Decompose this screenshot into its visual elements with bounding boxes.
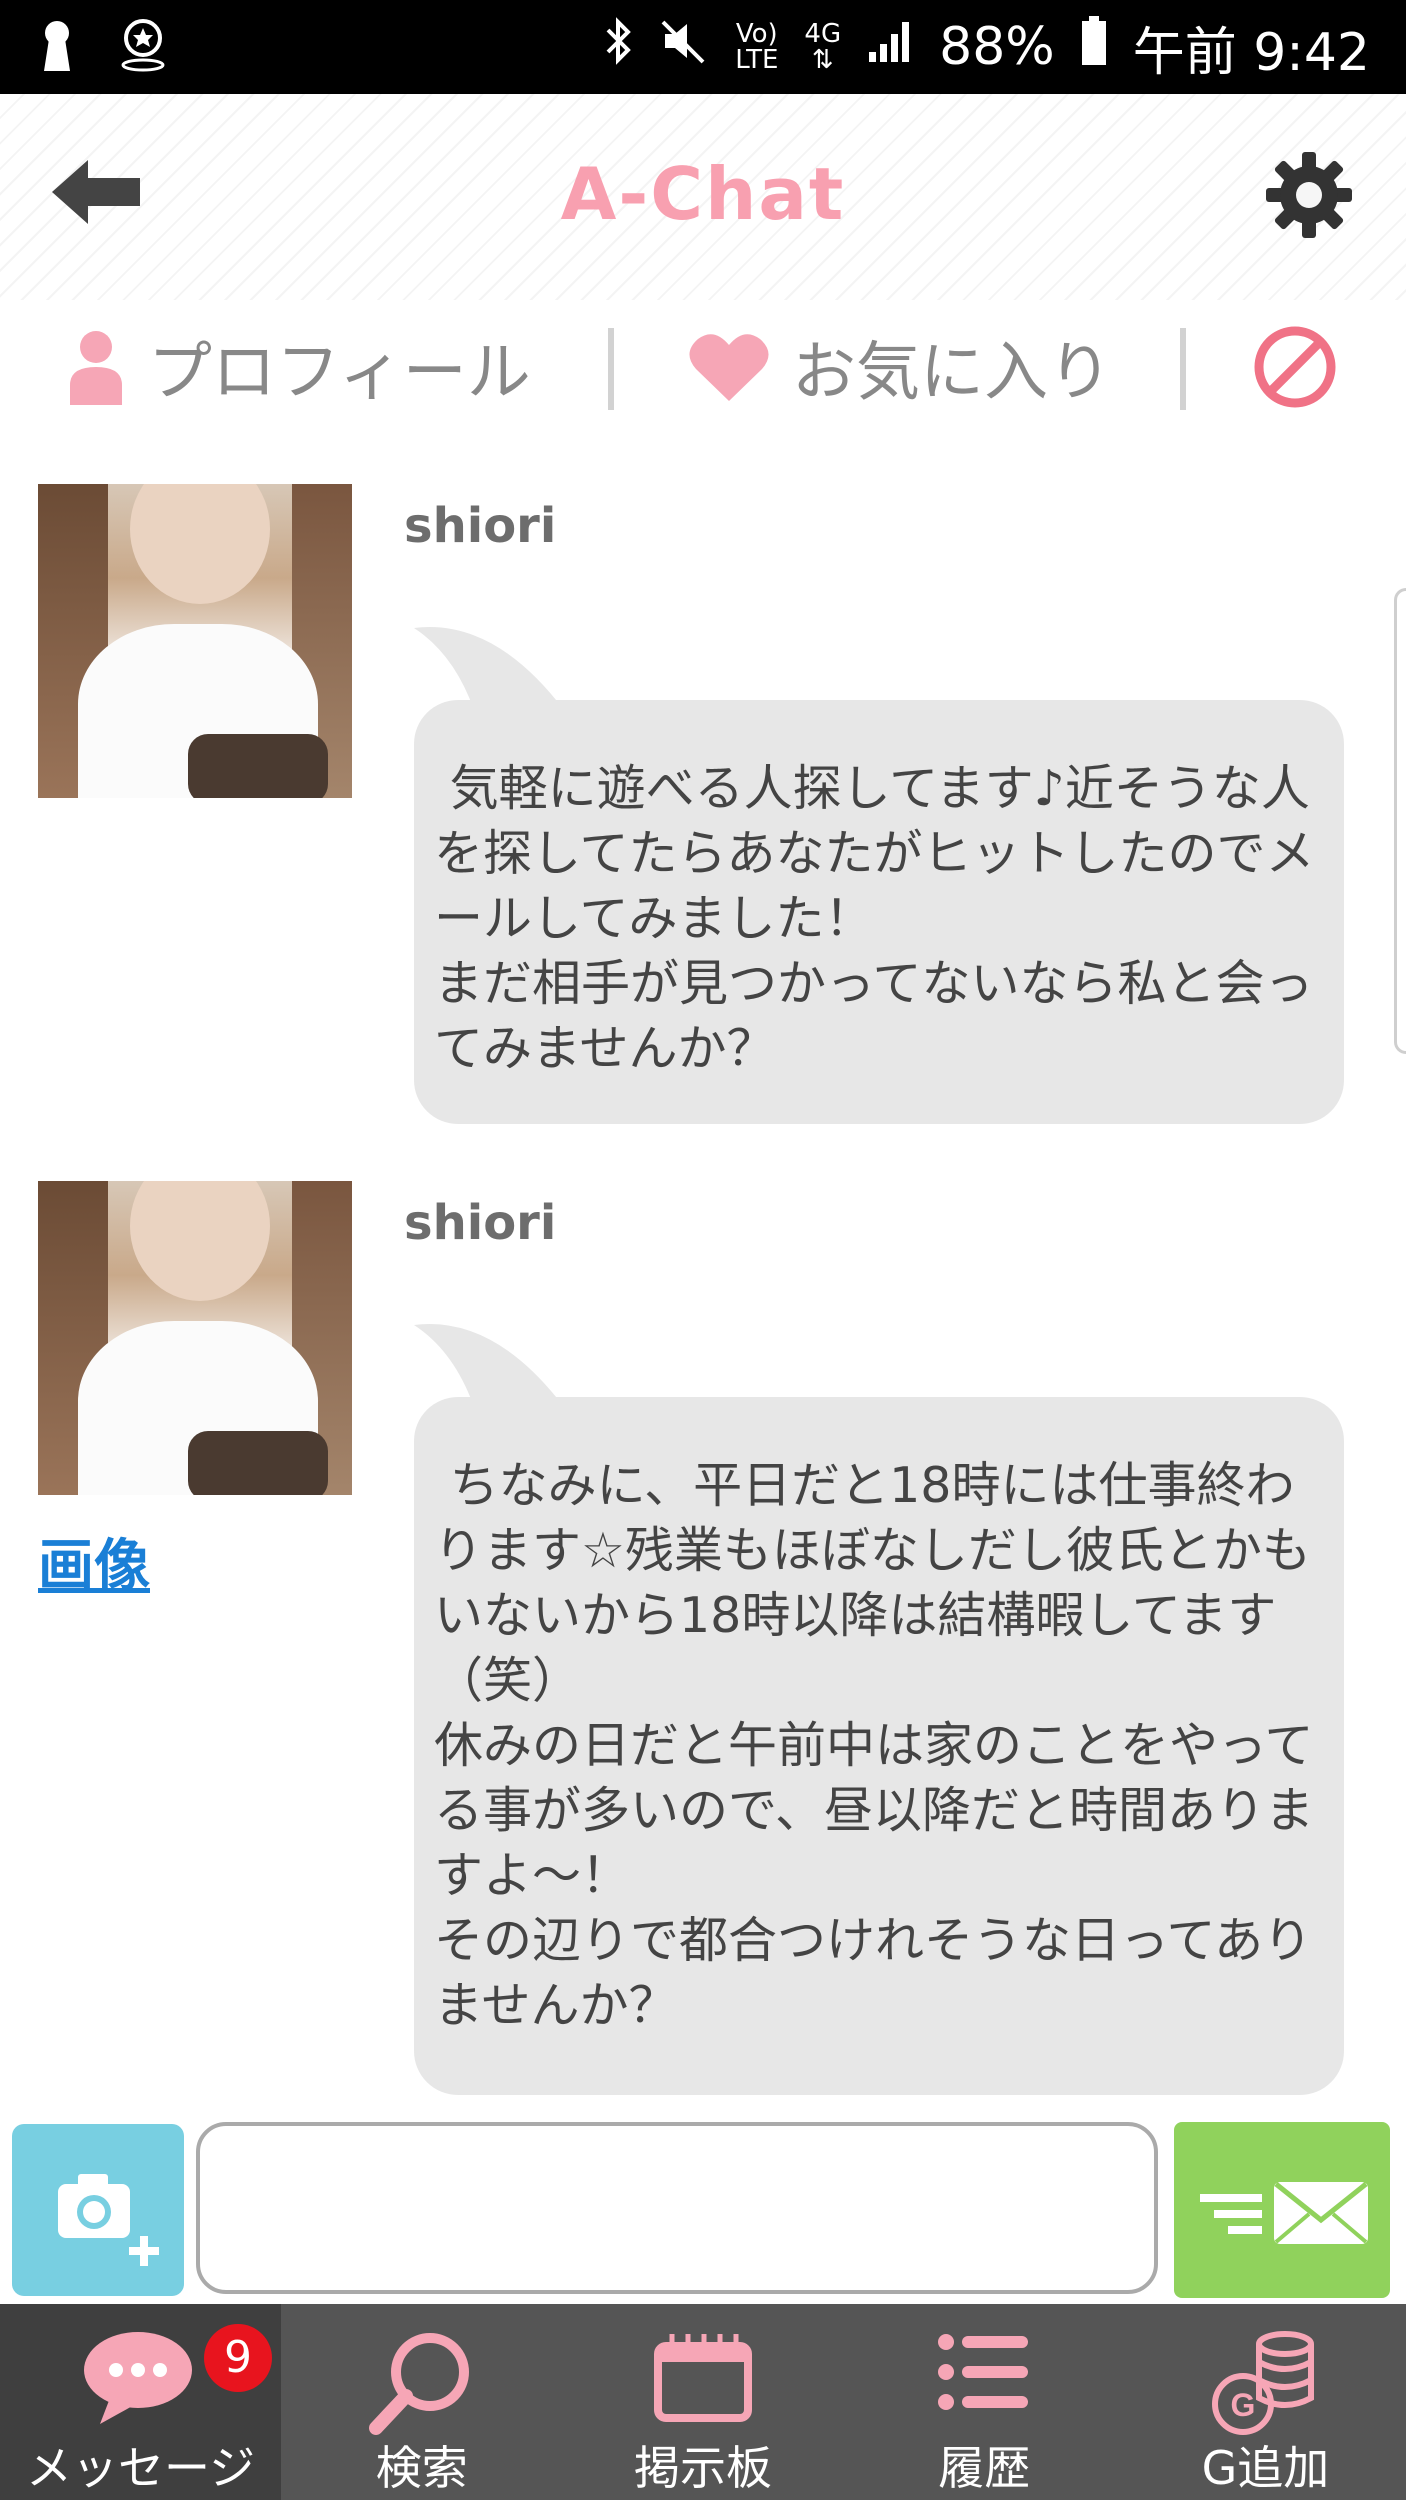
calendar-icon — [654, 2334, 752, 2422]
person-icon — [70, 331, 122, 405]
nav-messages[interactable]: 9 メッセージ — [0, 2304, 282, 2500]
profile-actions-bar: プロフィール お気に入り — [0, 300, 1406, 436]
scrollbar[interactable] — [1394, 588, 1406, 1054]
nav-history-label: 履歴 — [938, 2441, 1031, 2495]
app-title: A-Chat — [560, 152, 846, 236]
keyhole-icon — [40, 19, 74, 75]
tab-profile[interactable]: プロフィール — [66, 322, 531, 412]
nav-add-points-label: G追加 — [1201, 2441, 1330, 2495]
image-link[interactable]: 画像 — [38, 1521, 150, 1602]
divider — [608, 328, 614, 410]
nav-messages-label: メッセージ — [26, 2441, 256, 2495]
bluetooth-icon — [603, 16, 633, 79]
nav-history[interactable]: 履歴 — [844, 2304, 1125, 2500]
status-bar: Vo) LTE 4G ⇅ 88% 午前 9:42 — [0, 0, 1406, 94]
battery-percent: 88% — [939, 17, 1055, 77]
block-button[interactable] — [1252, 324, 1338, 410]
send-mail-icon — [1200, 2182, 1368, 2244]
chat-bubble-icon — [84, 2332, 192, 2424]
nav-add-points[interactable]: G G追加 — [1125, 2304, 1406, 2500]
search-icon — [368, 2333, 469, 2435]
mute-icon — [659, 16, 709, 79]
nav-search[interactable]: 検索 — [281, 2304, 562, 2500]
tab-profile-label: プロフィール — [148, 336, 531, 410]
message-bubble: ちなみに、平日だと18時には仕事終わります☆残業もほぼなしだし彼氏とかもいないか… — [414, 1397, 1344, 2095]
tab-favorite-label: お気に入り — [792, 336, 1112, 410]
sender-name: shiori — [404, 1195, 557, 1251]
nav-board-label: 掲示板 — [634, 2441, 772, 2495]
divider — [1180, 328, 1186, 410]
nav-search-label: 検索 — [375, 2441, 468, 2495]
block-icon — [1254, 326, 1336, 408]
avatar[interactable] — [38, 484, 352, 798]
tab-favorite[interactable]: お気に入り — [688, 322, 1112, 412]
svg-text:G: G — [1231, 2387, 1256, 2423]
unread-badge: 9 — [204, 2324, 272, 2392]
coins-icon: G — [1212, 2331, 1315, 2435]
battery-icon — [1081, 15, 1107, 79]
send-button[interactable] — [1174, 2122, 1390, 2298]
camera-plus-icon — [58, 2174, 159, 2266]
bubble-tail — [414, 627, 564, 710]
gear-icon — [1266, 152, 1352, 238]
signal-icon — [867, 17, 913, 77]
message-composer — [0, 2118, 1406, 2304]
heart-icon — [689, 334, 769, 401]
network-type: 4G ⇅ — [804, 19, 842, 75]
list-icon — [938, 2334, 1029, 2410]
volte-indicator: Vo) LTE — [735, 19, 779, 75]
bottom-navigation: 9 メッセージ 検索 掲示板 履歴 G G追加 — [0, 2304, 1406, 2500]
attach-photo-button[interactable] — [12, 2124, 184, 2296]
clock: 午前 9:42 — [1132, 22, 1370, 83]
message-input[interactable] — [196, 2122, 1158, 2294]
avatar[interactable] — [38, 1181, 352, 1495]
nav-board[interactable]: 掲示板 — [562, 2304, 843, 2500]
message-bubble: 気軽に遊べる人探してます♪近そうな人を探してたらあなたがヒットしたのでメールして… — [414, 700, 1344, 1124]
app-header: A-Chat — [0, 94, 1406, 300]
settings-button[interactable] — [1264, 150, 1354, 240]
sender-name: shiori — [404, 498, 557, 554]
bubble-tail — [414, 1324, 564, 1407]
location-badge-icon — [118, 18, 168, 76]
